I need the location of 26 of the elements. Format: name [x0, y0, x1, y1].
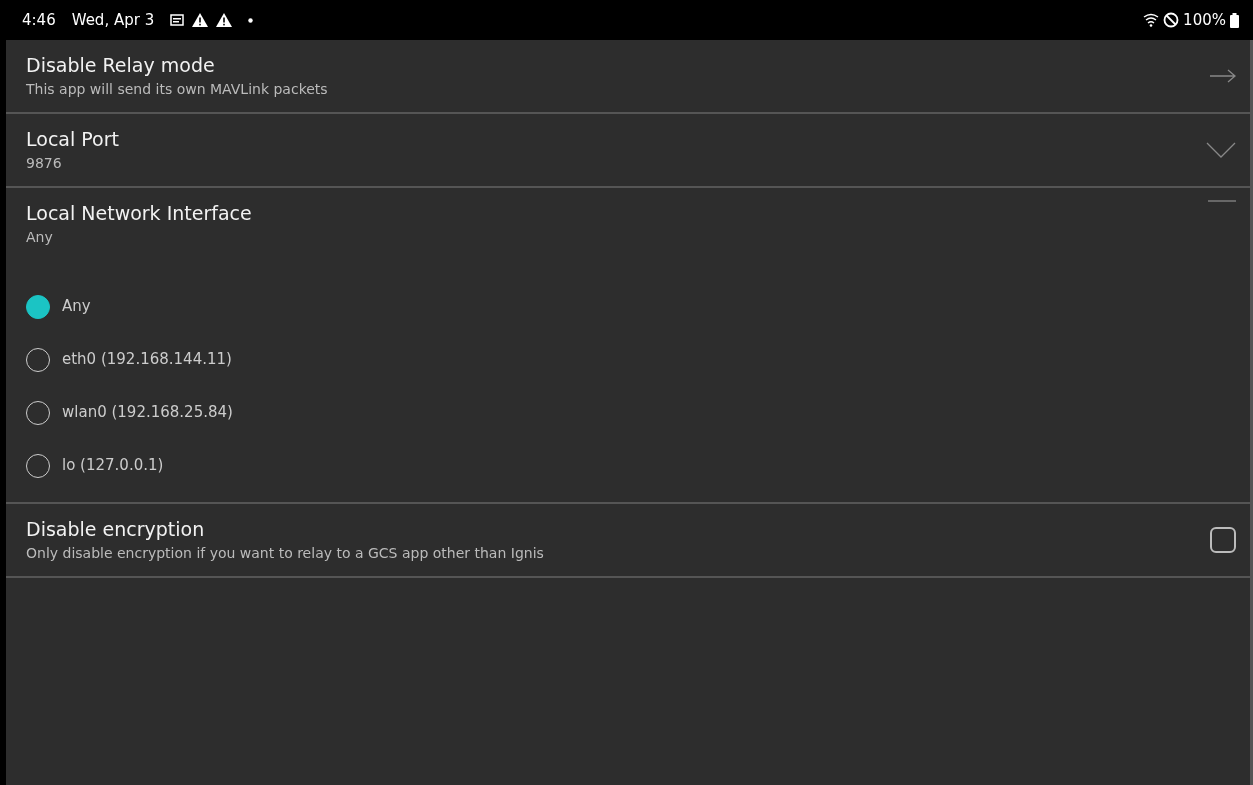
option-label[interactable]: eth0 (192.168.144.11): [62, 348, 232, 371]
setting-summary: 9876: [26, 154, 63, 173]
wifi-icon: [1143, 13, 1160, 27]
setting-summary: This app will send its own MAVLink packets: [26, 80, 329, 99]
blocked-icon: [1163, 12, 1180, 28]
warning-icon: [216, 13, 233, 27]
setting-summary: Any: [26, 228, 54, 247]
battery-level: 100%: [1183, 9, 1226, 31]
battery-icon: [1230, 12, 1239, 28]
checkbox[interactable]: [1210, 527, 1236, 553]
setting-summary: Only disable encryption if you want to relay to a GCS app other than Ignis: [26, 544, 545, 563]
option-label[interactable]: Any: [62, 295, 91, 318]
arrow-icon[interactable]: [1210, 69, 1236, 83]
option-label[interactable]: lo (127.0.0.1): [62, 454, 164, 477]
status-time: 4:46: [22, 9, 56, 31]
dot-icon: [248, 17, 254, 23]
setting-title: Local Port: [26, 127, 120, 152]
option-label[interactable]: wlan0 (192.168.25.84): [62, 401, 233, 424]
setting-title: Local Network Interface: [26, 201, 253, 226]
setting-title: Disable encryption: [26, 517, 206, 542]
notification-icon: [170, 14, 185, 26]
status-date: Wed, Apr 3: [71, 9, 155, 31]
chevron-down-icon[interactable]: [1206, 142, 1236, 158]
setting-title: Disable Relay mode: [26, 53, 216, 78]
warning-icon: [192, 13, 209, 27]
radio-button[interactable]: [26, 294, 50, 319]
